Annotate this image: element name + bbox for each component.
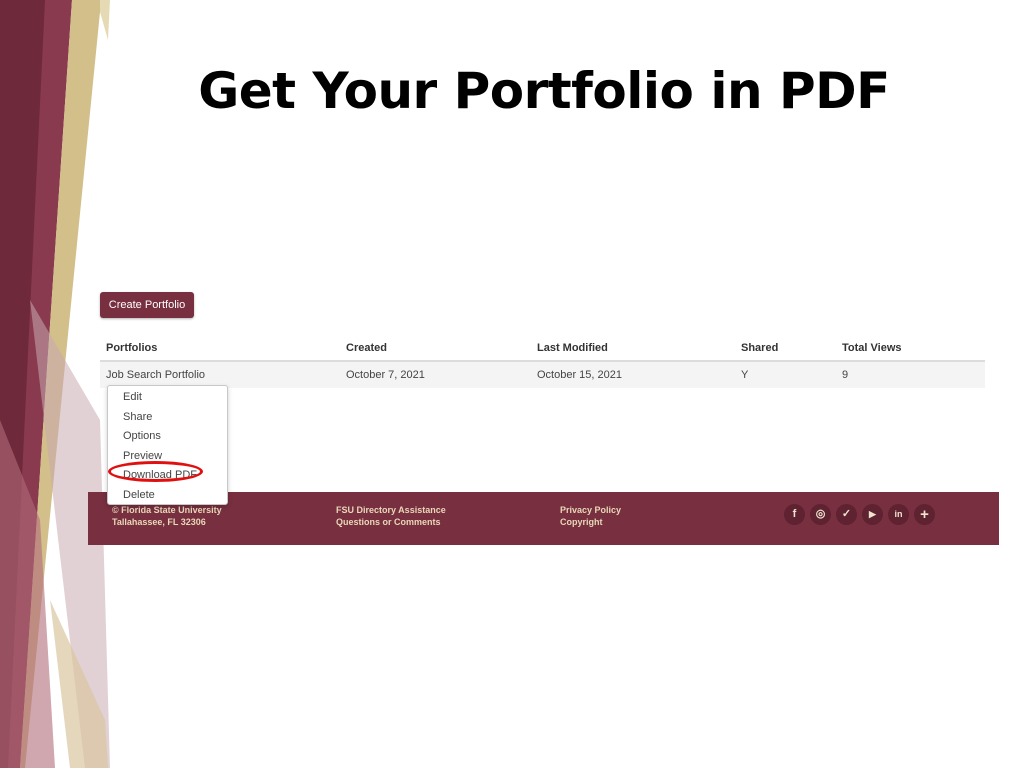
- instagram-icon[interactable]: ◎: [810, 504, 831, 525]
- shared-value: Y: [735, 361, 836, 388]
- footer-address: © Florida State University Tallahassee, …: [112, 504, 222, 528]
- plus-icon[interactable]: +: [914, 504, 935, 525]
- header-created[interactable]: Created: [340, 336, 531, 362]
- portfolio-screenshot: Create Portfolio Portfolios Created Last…: [88, 280, 999, 545]
- twitter-icon[interactable]: ✓: [836, 504, 857, 525]
- header-shared[interactable]: Shared: [735, 336, 836, 362]
- table-row: Job Search Portfolio October 7, 2021 Oct…: [100, 361, 985, 388]
- footer-link-copyright[interactable]: Copyright: [560, 516, 621, 528]
- menu-item-delete[interactable]: Delete: [123, 487, 155, 503]
- footer-links-2: Privacy Policy Copyright: [560, 504, 621, 528]
- portfolio-actions-menu: Edit Share Options Preview Download PDF …: [107, 385, 228, 505]
- header-last-modified[interactable]: Last Modified: [531, 336, 735, 362]
- footer-link-privacy[interactable]: Privacy Policy: [560, 504, 621, 516]
- facebook-icon[interactable]: f: [784, 504, 805, 525]
- linkedin-icon[interactable]: in: [888, 504, 909, 525]
- views-value: 9: [836, 361, 985, 388]
- footer-address-text: Tallahassee, FL 32306: [112, 517, 206, 527]
- youtube-icon[interactable]: ▶: [862, 504, 883, 525]
- header-portfolios[interactable]: Portfolios: [100, 336, 340, 362]
- slide-title: Get Your Portfolio in PDF: [198, 62, 890, 120]
- menu-item-options[interactable]: Options: [123, 428, 161, 444]
- portfolio-table: Portfolios Created Last Modified Shared …: [100, 336, 985, 388]
- menu-item-share[interactable]: Share: [123, 409, 152, 425]
- menu-item-edit[interactable]: Edit: [123, 389, 142, 405]
- footer-link-directory[interactable]: FSU Directory Assistance: [336, 504, 446, 516]
- modified-date: October 15, 2021: [531, 361, 735, 388]
- create-portfolio-button[interactable]: Create Portfolio: [100, 292, 194, 318]
- header-total-views[interactable]: Total Views: [836, 336, 985, 362]
- portfolio-name-link[interactable]: Job Search Portfolio: [100, 361, 340, 388]
- footer-copyright-text: © Florida State University: [112, 505, 222, 515]
- download-pdf-highlight-circle: [108, 461, 203, 482]
- created-date: October 7, 2021: [340, 361, 531, 388]
- table-header-row: Portfolios Created Last Modified Shared …: [100, 336, 985, 362]
- footer-links-1: FSU Directory Assistance Questions or Co…: [336, 504, 446, 528]
- footer-link-questions[interactable]: Questions or Comments: [336, 516, 446, 528]
- social-links: f ◎ ✓ ▶ in +: [784, 504, 940, 526]
